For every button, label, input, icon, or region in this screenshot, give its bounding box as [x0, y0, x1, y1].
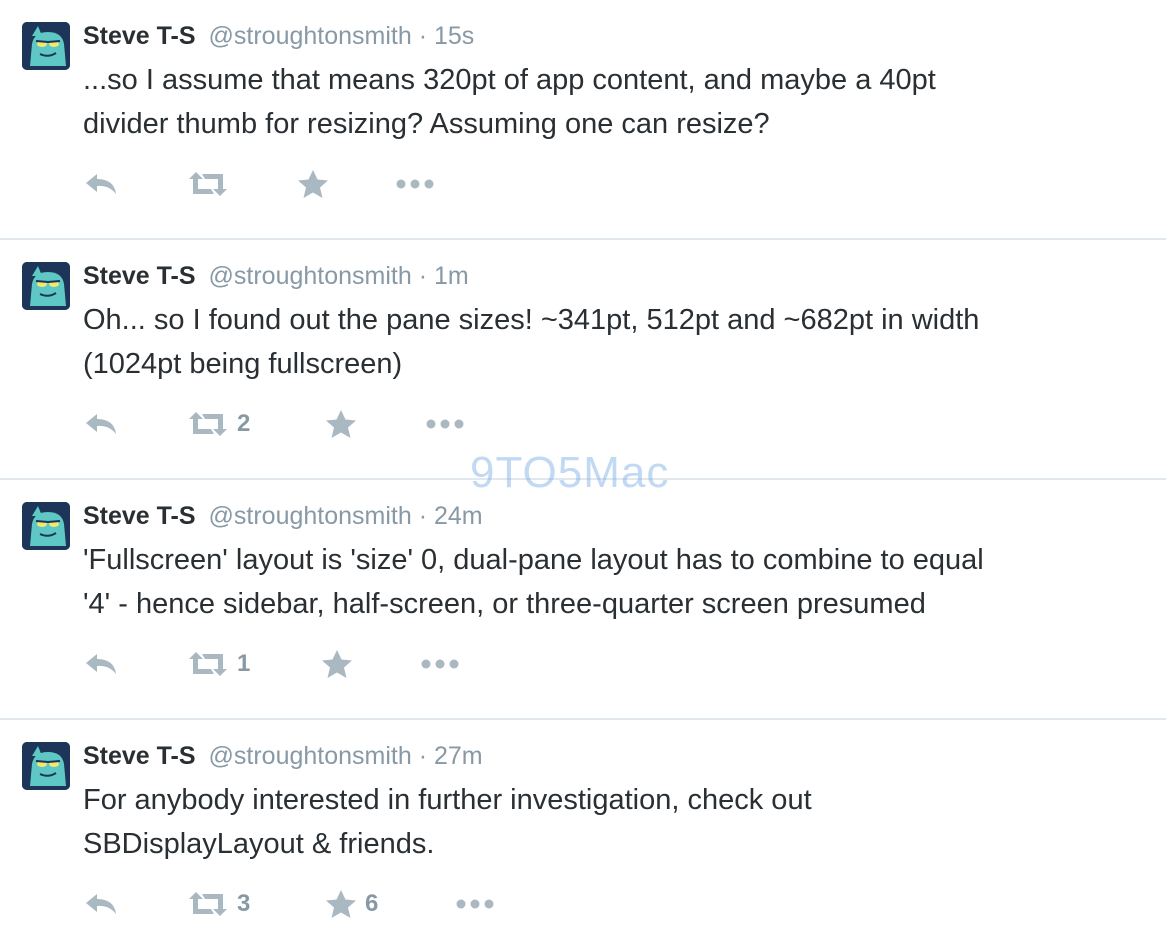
- retweet-button[interactable]: 1: [187, 642, 250, 686]
- tweet-text-line: For anybody interested in further invest…: [83, 784, 812, 816]
- reply-button[interactable]: [83, 402, 119, 446]
- tweet-text-line: Oh... so I found out the pane sizes! ~34…: [83, 304, 980, 336]
- avatar[interactable]: [22, 262, 70, 310]
- separator-dot: ·: [418, 22, 428, 50]
- user-name[interactable]: Steve T-S: [83, 262, 196, 290]
- tweet-text-line: SBDisplayLayout & friends.: [83, 828, 435, 860]
- avatar-image: [22, 262, 70, 310]
- reply-button[interactable]: [83, 642, 119, 686]
- tweet-actions: 3 6: [83, 882, 683, 926]
- user-handle[interactable]: @stroughtonsmith: [209, 22, 412, 50]
- timestamp[interactable]: 27m: [434, 742, 483, 770]
- more-dots-icon: [420, 658, 460, 670]
- retweet-icon: [187, 170, 229, 198]
- retweet-count: 3: [237, 890, 251, 917]
- more-button[interactable]: [425, 402, 465, 446]
- more-button[interactable]: [395, 162, 435, 206]
- tweet-header: Steve T-S @stroughtonsmith · 15s: [83, 18, 474, 54]
- tweet[interactable]: Steve T-S @stroughtonsmith · 15s ...so I…: [0, 0, 1166, 240]
- avatar[interactable]: [22, 22, 70, 70]
- favorite-button[interactable]: [325, 402, 365, 446]
- tweet-header: Steve T-S @stroughtonsmith · 1m: [83, 258, 469, 294]
- tweet-header: Steve T-S @stroughtonsmith · 27m: [83, 738, 483, 774]
- star-icon: [297, 169, 329, 199]
- tweet-text: Oh... so I found out the pane sizes! ~34…: [83, 298, 1143, 386]
- timestamp[interactable]: 15s: [434, 22, 474, 50]
- avatar-image: [22, 742, 70, 790]
- tweet-text-line: 'Fullscreen' layout is 'size' 0, dual-pa…: [83, 544, 984, 576]
- favorite-button[interactable]: [297, 162, 337, 206]
- user-name[interactable]: Steve T-S: [83, 742, 196, 770]
- star-icon: [321, 649, 353, 679]
- retweet-button[interactable]: 2: [187, 402, 250, 446]
- separator-dot: ·: [418, 742, 428, 770]
- star-icon: [325, 409, 357, 439]
- user-handle[interactable]: @stroughtonsmith: [209, 742, 412, 770]
- retweet-count: 1: [237, 650, 251, 677]
- reply-button[interactable]: [83, 882, 119, 926]
- more-button[interactable]: [455, 882, 495, 926]
- avatar-image: [22, 22, 70, 70]
- tweet-text: ...so I assume that means 320pt of app c…: [83, 58, 1143, 146]
- separator-dot: ·: [418, 502, 428, 530]
- timestamp[interactable]: 24m: [434, 502, 483, 530]
- retweet-button[interactable]: [187, 162, 237, 206]
- user-handle[interactable]: @stroughtonsmith: [209, 262, 412, 290]
- reply-icon: [83, 410, 119, 438]
- retweet-count: 2: [237, 410, 251, 437]
- more-dots-icon: [395, 178, 435, 190]
- tweet-text-line: ...so I assume that means 320pt of app c…: [83, 64, 936, 96]
- favorite-button[interactable]: 6: [325, 882, 378, 926]
- retweet-icon: [187, 890, 229, 918]
- reply-button[interactable]: [83, 162, 119, 206]
- tweet-actions: [83, 162, 683, 206]
- tweet-text-line: '4' - hence sidebar, half-screen, or thr…: [83, 588, 926, 620]
- more-button[interactable]: [420, 642, 460, 686]
- more-dots-icon: [455, 898, 495, 910]
- retweet-button[interactable]: 3: [187, 882, 250, 926]
- tweet[interactable]: Steve T-S @stroughtonsmith · 1m Oh... so…: [0, 240, 1166, 480]
- tweet-actions: 2: [83, 402, 683, 446]
- favorite-count: 6: [365, 890, 379, 917]
- watermark: 9TO5Mac: [470, 448, 670, 497]
- avatar-image: [22, 502, 70, 550]
- tweet-header: Steve T-S @stroughtonsmith · 24m: [83, 498, 483, 534]
- tweet-actions: 1: [83, 642, 683, 686]
- tweet-text: 'Fullscreen' layout is 'size' 0, dual-pa…: [83, 538, 1143, 626]
- tweet-text: For anybody interested in further invest…: [83, 778, 1143, 866]
- tweet[interactable]: Steve T-S @stroughtonsmith · 24m 'Fullsc…: [0, 480, 1166, 720]
- retweet-icon: [187, 650, 229, 678]
- retweet-icon: [187, 410, 229, 438]
- separator-dot: ·: [418, 262, 428, 290]
- user-name[interactable]: Steve T-S: [83, 22, 196, 50]
- timestamp[interactable]: 1m: [434, 262, 469, 290]
- favorite-button[interactable]: [321, 642, 361, 686]
- tweet[interactable]: Steve T-S @stroughtonsmith · 27m For any…: [0, 720, 1166, 948]
- avatar[interactable]: [22, 742, 70, 790]
- user-name[interactable]: Steve T-S: [83, 502, 196, 530]
- reply-icon: [83, 890, 119, 918]
- user-handle[interactable]: @stroughtonsmith: [209, 502, 412, 530]
- tweet-text-line: (1024pt being fullscreen): [83, 348, 403, 380]
- reply-icon: [83, 650, 119, 678]
- reply-icon: [83, 170, 119, 198]
- star-icon: [325, 889, 357, 919]
- avatar[interactable]: [22, 502, 70, 550]
- tweet-text-line: divider thumb for resizing? Assuming one…: [83, 108, 770, 140]
- more-dots-icon: [425, 418, 465, 430]
